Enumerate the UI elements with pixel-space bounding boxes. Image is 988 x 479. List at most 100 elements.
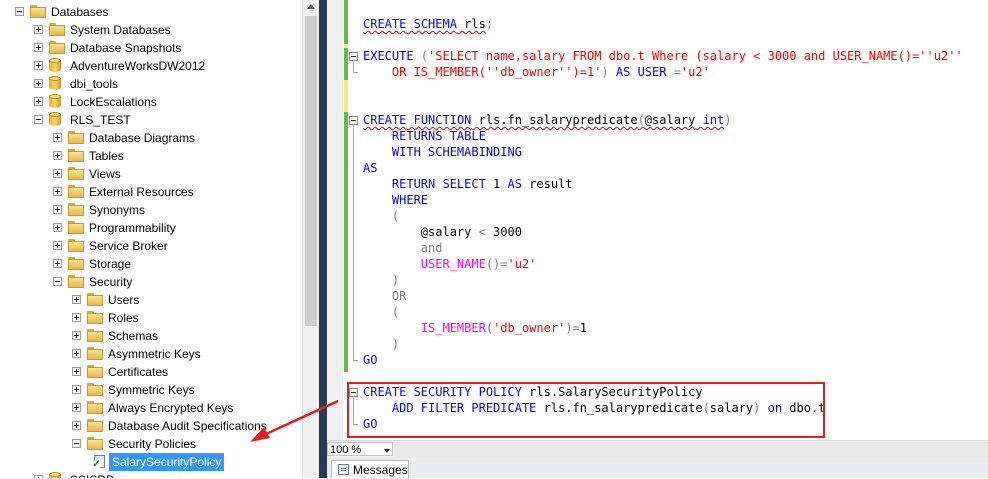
expand-plus-icon[interactable] [72,331,81,340]
collapse-minus-icon[interactable] [72,439,81,448]
tree-item[interactable]: Database Audit Specifications [0,417,302,435]
tree-item[interactable]: Service Broker [0,237,302,255]
zoom-value: 100 % [330,444,362,456]
code-line[interactable]: WITH SCHEMABINDING [363,144,522,160]
expand-plus-icon[interactable] [72,349,81,358]
expand-plus-icon[interactable] [72,421,81,430]
chevron-down-icon[interactable] [384,449,390,453]
code-line[interactable]: GO [363,352,377,368]
expand-plus-icon[interactable] [53,259,62,268]
tree-item[interactable]: Symmetric Keys [0,381,302,399]
expand-plus-icon[interactable] [53,133,62,142]
collapse-minus-icon[interactable] [15,7,24,16]
tree-item-label: Security Policies [108,437,197,451]
tree-item[interactable]: System Databases [0,21,302,39]
expand-plus-icon[interactable] [34,61,43,70]
code-line[interactable]: EXECUTE ('SELECT name,salary FROM dbo.t … [363,48,963,64]
expand-plus-icon[interactable] [53,169,62,178]
tree-item[interactable]: Security Policies [0,435,302,453]
tree-item[interactable]: Views [0,165,302,183]
query-editor[interactable]: CREATE SCHEMA rls; EXECUTE ('SELECT name,… [327,0,988,440]
expand-plus-icon[interactable] [53,151,62,160]
expand-plus-icon[interactable] [34,25,43,34]
collapse-region-icon[interactable] [349,116,358,125]
code-line[interactable]: ( [363,304,399,320]
expand-plus-icon[interactable] [72,403,81,412]
tree-item-label: Database Diagrams [89,131,196,145]
change-tracking-bar [344,80,348,112]
tree-item-label: Asymmetric Keys [108,347,201,361]
editor-bottom-bar: 100 % [327,440,988,458]
code-line[interactable]: CREATE SCHEMA rls; [363,16,493,32]
tree-item[interactable]: Users [0,291,302,309]
folder-icon [87,365,103,378]
collapse-region-icon[interactable] [349,52,358,61]
scroll-up-icon[interactable] [307,4,315,9]
editor-horizontal-scrollbar[interactable] [395,442,988,457]
code-line[interactable]: CREATE FUNCTION rls.fn_salarypredicate(@… [363,112,732,128]
code-line[interactable]: ( [363,208,399,224]
tree-item[interactable]: Database Snapshots [0,39,302,57]
database-icon [49,112,61,127]
code-line[interactable]: ) [363,272,399,288]
code-line[interactable]: @salary < 3000 [363,224,522,240]
tree-item[interactable]: Schemas [0,327,302,345]
tree-item[interactable]: Roles [0,309,302,327]
code-token: CREATE [363,113,407,127]
code-line[interactable]: and [363,240,443,256]
tab-messages[interactable]: Messages [331,460,409,478]
expand-plus-icon[interactable] [53,187,62,196]
code-line[interactable]: AS [363,160,377,176]
tree-item[interactable]: External Resources [0,183,302,201]
expand-plus-icon[interactable] [72,385,81,394]
expand-plus-icon[interactable] [34,97,43,106]
zoom-dropdown[interactable]: 100 % [327,442,393,456]
expand-plus-icon[interactable] [34,43,43,52]
panel-splitter[interactable] [319,0,327,478]
code-token: ()= [485,257,508,271]
expand-plus-icon[interactable] [53,205,62,214]
code-line[interactable]: RETURNS TABLE [363,128,486,144]
code-token: rls.fn_salarypredicate [471,113,638,127]
code-line[interactable]: OR IS_MEMBER(''db_owner'')=1') AS USER =… [363,64,710,80]
expand-plus-icon[interactable] [53,223,62,232]
tree-item[interactable]: Programmability [0,219,302,237]
tree-item[interactable]: Always Encrypted Keys [0,399,302,417]
tree-item[interactable]: Tables [0,147,302,165]
code-token: ( [363,305,400,319]
code-line[interactable]: RETURN SELECT 1 AS result [363,176,573,192]
scrollbar-thumb[interactable] [305,16,317,326]
collapse-minus-icon[interactable] [53,277,62,286]
tree-item[interactable]: Certificates [0,363,302,381]
tree-item[interactable]: Databases [0,3,302,21]
code-line[interactable]: WHERE [363,192,428,208]
expand-plus-icon[interactable] [72,295,81,304]
tree-item[interactable]: ✓ SalarySecurityPolicy [0,453,302,471]
code-token: ) [363,337,400,351]
tree-item[interactable]: SSISDB [0,471,302,478]
code-line[interactable]: ) [363,336,399,352]
tree-item[interactable]: dbi_tools [0,75,302,93]
expand-plus-icon[interactable] [72,313,81,322]
tree-item[interactable]: Security [0,273,302,291]
tree-item[interactable]: Synonyms [0,201,302,219]
expand-plus-icon[interactable] [34,79,43,88]
code-line[interactable]: OR [363,288,406,304]
tree-item[interactable]: Database Diagrams [0,129,302,147]
tree-item[interactable]: Asymmetric Keys [0,345,302,363]
collapse-minus-icon[interactable] [34,115,43,124]
expand-plus-icon[interactable] [53,241,62,250]
tree-item[interactable]: LockEscalations [0,93,302,111]
code-line[interactable]: USER_NAME()='u2' [363,256,537,272]
tree-item[interactable]: RLS_TEST [0,111,302,129]
folder-icon [68,239,84,252]
tree-item[interactable]: AdventureWorksDW2012 [0,57,302,75]
expand-plus-icon[interactable] [72,367,81,376]
folder-icon [30,5,46,18]
object-explorer-vertical-scrollbar[interactable] [302,0,319,478]
tree-item-label: Symmetric Keys [108,383,195,397]
code-token: 'u2' [680,65,710,79]
code-token: 'u2' [507,257,537,271]
code-line[interactable]: IS_MEMBER('db_owner')=1 [363,320,587,336]
tree-item[interactable]: Storage [0,255,302,273]
